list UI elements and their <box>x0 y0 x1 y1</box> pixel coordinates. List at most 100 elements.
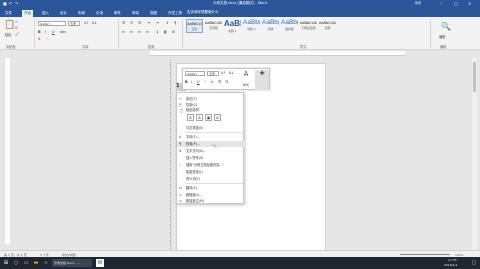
underline-button[interactable]: U <box>52 30 55 34</box>
menu-item-paragraph[interactable]: ¶ 段落(P)... <box>177 141 245 147</box>
align-right-icon[interactable]: ≡ <box>138 30 141 34</box>
vertical-ruler[interactable] <box>5 58 10 244</box>
sign-in-link[interactable]: 登录 <box>415 1 421 5</box>
find-icon[interactable]: 🔍 <box>441 22 451 31</box>
paste-picture-icon[interactable]: ▣ <box>205 114 212 121</box>
taskbar-word-window[interactable]: 示例文档.docx - ... <box>52 259 92 267</box>
mini-numbering-icon[interactable]: ☷ <box>225 80 228 84</box>
menu-item-font[interactable]: A 字体(F)... <box>177 134 245 140</box>
increase-indent-icon[interactable]: ⇥ <box>156 21 159 25</box>
paste-icon[interactable]: 📋 <box>4 20 15 30</box>
justify-icon[interactable]: ≡ <box>146 30 149 34</box>
tab-insert[interactable]: 插入 <box>40 10 51 17</box>
style-normal[interactable]: AaBbCcDd 正文 <box>186 19 203 33</box>
maximize-icon[interactable]: □ <box>454 1 458 6</box>
windows-start-icon[interactable]: ⊞ <box>2 259 10 267</box>
mini-styles-button[interactable]: 样式 <box>239 83 253 87</box>
menu-item-insert-symbol[interactable]: 插入符号(S) <box>177 155 245 161</box>
tell-me-box[interactable]: 告诉我你想要做什么 <box>187 10 219 15</box>
highlight-icon[interactable]: ✎ <box>46 37 49 41</box>
font-color-icon[interactable]: A <box>38 37 40 41</box>
mini-italic-button[interactable]: I <box>191 80 192 84</box>
paste-text-only-icon[interactable]: A <box>214 114 221 121</box>
browser-icon[interactable]: e <box>42 259 50 267</box>
menu-item-new-comment[interactable]: ▭ 新建批注(M) <box>177 198 245 204</box>
tab-mailings[interactable]: 邮件 <box>112 10 123 17</box>
new-comment-icon[interactable]: ✚ <box>255 70 269 90</box>
tab-references[interactable]: 引用 <box>94 10 105 17</box>
sort-icon[interactable]: ↕ <box>166 21 169 25</box>
bullets-icon[interactable]: ☰ <box>122 21 125 25</box>
mini-highlight-icon[interactable]: ✎ <box>204 80 207 84</box>
multilevel-list-icon[interactable]: ☲ <box>138 21 141 25</box>
font-size-select[interactable]: 五号 <box>68 21 80 26</box>
copy-icon[interactable]: ⎘ <box>15 26 18 30</box>
tab-home[interactable]: 开始 <box>22 10 33 17</box>
style-subtle-emphasis[interactable]: AaBbCcDd 不明显强调 <box>300 19 317 33</box>
align-left-icon[interactable]: ≡ <box>122 30 125 34</box>
menu-item-reconvert[interactable]: 汉字重选(V) <box>177 125 245 131</box>
close-icon[interactable]: × <box>468 1 471 6</box>
menu-item-search[interactable]: ⌕ 搜索"示例文档标题内容..." <box>177 162 245 168</box>
clock-date[interactable]: 2019/1/1 <box>444 263 457 267</box>
style-heading1[interactable]: AaBl 标题 1 <box>224 19 241 33</box>
mini-font-size-select[interactable]: 五号 <box>207 71 219 76</box>
clock-time[interactable]: 17:05 <box>448 258 457 262</box>
horizontal-ruler[interactable] <box>150 51 405 56</box>
zoom-slider[interactable] <box>400 254 450 255</box>
page-count[interactable]: 第 1 页，共 1 页 <box>4 253 27 257</box>
mini-bullets-icon[interactable]: ☰ <box>218 80 221 84</box>
italic-button[interactable]: I <box>45 30 46 34</box>
bold-button[interactable]: B <box>38 30 41 34</box>
tab-design[interactable]: 设计 <box>58 10 69 17</box>
line-spacing-icon[interactable]: ↨ <box>156 30 159 34</box>
tab-file[interactable]: 文件 <box>3 10 14 17</box>
paste-keep-source-icon[interactable]: A <box>187 114 194 121</box>
decrease-indent-icon[interactable]: ⇤ <box>148 21 151 25</box>
editing-button[interactable]: 编辑 <box>439 34 445 39</box>
vertical-scrollbar[interactable] <box>472 58 477 250</box>
style-subtitle[interactable]: AaBb( 副标题 <box>281 19 298 33</box>
menu-item-synonyms[interactable]: 同义词(Y) <box>177 176 245 182</box>
numbering-icon[interactable]: ☷ <box>130 21 133 25</box>
style-heading2[interactable]: AaBb( 标题 2 <box>243 19 260 33</box>
menu-item-smart-lookup[interactable]: 智能查找(L) <box>177 169 245 175</box>
styles-icon[interactable]: A <box>239 70 253 78</box>
shrink-font-icon[interactable]: A↓ <box>229 71 234 75</box>
style-emphasis[interactable]: AaBbCcDd 强调 <box>319 19 336 33</box>
task-view-icon[interactable]: ▭ <box>22 259 30 267</box>
format-painter-icon[interactable]: 🖌 <box>15 32 19 36</box>
minimize-icon[interactable]: – <box>440 1 442 6</box>
tab-developer[interactable]: 开发工具 <box>166 10 184 17</box>
align-center-icon[interactable]: ≡ <box>130 30 133 34</box>
shrink-font-icon[interactable]: A↓ <box>92 21 97 25</box>
paste-merge-icon[interactable]: A <box>196 114 203 121</box>
scrollbar-thumb[interactable] <box>473 62 476 92</box>
mini-font-color-icon[interactable]: A <box>211 80 213 84</box>
grow-font-icon[interactable]: A↑ <box>84 21 89 25</box>
word-count[interactable]: 1 个字 <box>40 253 49 257</box>
strikethrough-icon[interactable]: abc <box>60 30 66 34</box>
grow-font-icon[interactable]: A↑ <box>221 71 226 75</box>
mini-font-name-select[interactable]: Calibri <box>185 71 205 76</box>
language-indicator[interactable]: 中文(中国) <box>62 253 76 257</box>
menu-item-text-direction[interactable]: ⇅ 文字方向(X)... <box>177 148 245 154</box>
show-marks-icon[interactable]: ¶ <box>174 21 176 25</box>
borders-icon[interactable]: ⊞ <box>172 30 175 34</box>
search-icon[interactable]: ○ <box>12 259 20 267</box>
cut-icon[interactable]: ✂ <box>15 20 18 24</box>
font-name-select[interactable]: Calibri <box>38 21 66 26</box>
zoom-level[interactable]: 100% <box>455 253 464 257</box>
style-no-spacing[interactable]: AaBbCcDd 无间隔 <box>205 19 222 33</box>
mini-bold-button[interactable]: B <box>185 80 188 84</box>
notification-icon[interactable]: ▢ <box>470 259 478 267</box>
tab-layout[interactable]: 布局 <box>76 10 87 17</box>
tab-view[interactable]: 视图 <box>148 10 159 17</box>
paste-button[interactable]: 粘贴 <box>5 32 11 37</box>
file-explorer-icon[interactable]: ▬ <box>32 259 40 267</box>
shading-icon[interactable]: ◧ <box>164 30 167 34</box>
word-app-icon[interactable]: W <box>96 259 104 267</box>
menu-item-translate[interactable]: ⇄ 翻译(S) <box>177 185 245 191</box>
style-title[interactable]: AaBb( 标题 <box>262 19 279 33</box>
tab-review[interactable]: 审阅 <box>130 10 141 17</box>
